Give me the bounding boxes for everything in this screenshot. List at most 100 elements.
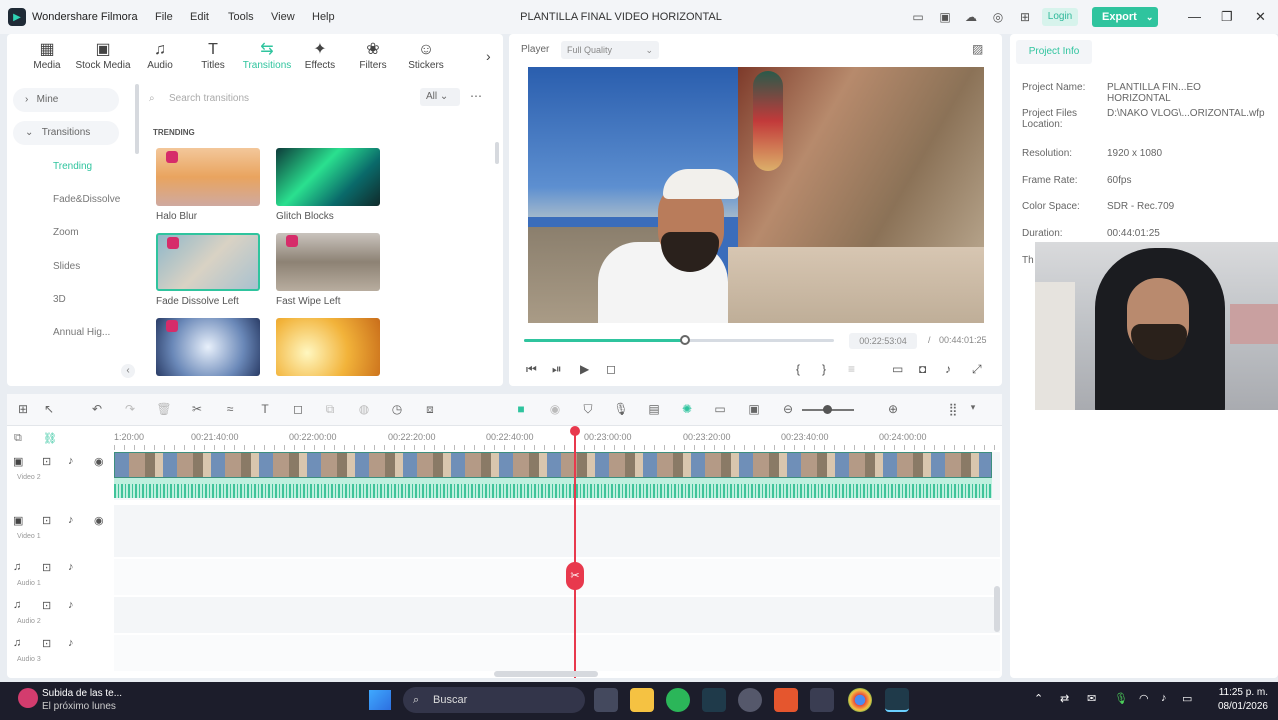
clock-date[interactable]: 08/01/2026 [1200,701,1268,712]
step-back-icon[interactable]: ⏮ [526,362,537,377]
transition-thumb[interactable] [276,318,380,376]
play-icon[interactable]: ▶ [580,362,589,376]
volume-icon[interactable]: ♪ [945,362,951,376]
eye-icon[interactable]: ◉ [94,514,104,527]
text-tool-icon[interactable]: T [257,402,273,416]
scissors-icon[interactable]: ✂ [566,562,584,590]
layout-icon[interactable]: ⊞ [15,402,31,416]
delete-icon[interactable]: 🗑 [156,402,172,416]
tab-transitions[interactable]: ⇆ Transitions [239,40,295,71]
whatsapp-icon[interactable] [666,688,690,712]
chrome-icon[interactable] [848,688,872,712]
restore-icon[interactable]: ❐ [1221,9,1233,25]
tab-stock-media[interactable]: ▣ Stock Media [75,40,131,71]
camera-icon[interactable]: ◘ [919,362,926,376]
current-time[interactable]: 00:22:53:04 [849,333,917,349]
transition-thumb-fast-wipe-left[interactable] [276,233,380,291]
monitor-icon[interactable]: ▭ [910,9,926,25]
notification-title[interactable]: Subida de las te... [42,688,122,699]
mute-icon[interactable]: ♪ [68,637,74,649]
crop-icon[interactable]: ◻ [290,402,306,416]
screen-icon[interactable]: ▭ [712,402,728,416]
mark-out-icon[interactable]: } [822,362,826,376]
clipboard-icon[interactable]: ▤ [646,402,662,416]
sidebar-item-slides[interactable]: Slides [53,261,80,272]
sidebar-item-fade-dissolve[interactable]: Fade&Dissolve [53,194,120,205]
minimize-icon[interactable]: — [1188,9,1201,24]
sidebar-item-zoom[interactable]: Zoom [53,227,79,238]
play-frame-icon[interactable]: ⏯ [552,362,562,377]
eye-icon[interactable]: ◉ [94,455,104,468]
undo-icon[interactable]: ↶ [89,402,105,416]
stop-icon[interactable]: ◻ [606,362,616,376]
wifi-icon[interactable]: ◠ [1139,692,1149,705]
duplicate-icon[interactable]: ⧈ [422,402,438,417]
playback-progress-knob[interactable] [680,335,691,345]
display-icon[interactable]: ▭ [892,362,903,376]
volume-icon[interactable]: ♪ [1161,692,1167,704]
tab-titles[interactable]: T Titles [185,40,241,71]
transition-thumb-glitch-blocks[interactable] [276,148,380,206]
playhead[interactable] [574,432,576,678]
sidebar-group-transitions[interactable]: ⌄ Transitions [13,121,119,145]
collapse-icon[interactable]: ‹ [121,364,135,378]
tab-effects[interactable]: ✦ Effects [292,40,348,71]
login-button[interactable]: Login [1042,8,1078,26]
speed-icon[interactable]: ◷ [389,402,405,416]
save-icon[interactable]: ▣ [937,9,953,25]
windows-start-icon[interactable] [369,690,391,710]
fullscreen-icon[interactable]: ⤢ [972,362,982,377]
link-icon[interactable]: ⛓ [43,432,57,445]
thumbs-scrollbar[interactable] [495,142,499,164]
video-clip[interactable] [114,452,992,478]
chevron-down-icon[interactable]: ▾ [965,402,981,413]
timeline-h-scrollbar[interactable] [494,671,598,677]
headset-icon[interactable]: ◎ [990,9,1006,25]
snapshot-icon[interactable]: ▨ [972,42,983,56]
grid-icon[interactable]: ⊞ [1017,9,1033,25]
chevron-up-icon[interactable]: ⌃ [1034,692,1043,705]
tab-project-info[interactable]: Project Info [1016,40,1092,64]
more-icon[interactable]: ⋯ [470,89,482,103]
clock-time[interactable]: 11:25 p. m. [1200,687,1268,698]
battery-icon[interactable]: ▭ [1182,692,1192,705]
mute-icon[interactable]: ♪ [68,561,74,573]
lock-icon[interactable]: ⊡ [42,514,51,527]
sidebar-scrollbar[interactable] [135,84,139,154]
filter-dropdown[interactable]: All ⌄ [420,88,460,106]
mute-icon[interactable]: ♪ [68,599,74,611]
cut-icon[interactable]: ✂ [189,402,205,416]
tab-filters[interactable]: ❀ Filters [345,40,401,71]
frame-icon[interactable]: ▣ [746,402,762,416]
task-view-icon[interactable] [594,688,618,712]
chevron-right-icon[interactable]: › [486,48,491,64]
app-icon[interactable] [810,688,834,712]
notification-icon[interactable] [18,688,38,708]
mute-icon[interactable]: ♪ [68,514,74,526]
video-preview[interactable] [528,67,984,323]
file-explorer-icon[interactable] [630,688,654,712]
lock-icon[interactable]: ⊡ [42,599,51,612]
search-input[interactable]: ⌕ Search transitions [147,88,425,110]
mic-icon[interactable]: 🎙 [613,402,629,416]
tray-icon[interactable]: ✉ [1087,692,1096,705]
tab-stickers[interactable]: ☺ Stickers [398,40,454,71]
mute-icon[interactable]: ♪ [68,455,74,467]
transition-thumb-fade-dissolve-left[interactable] [156,233,260,291]
quality-dropdown[interactable]: Full Quality ⌄ [561,41,659,59]
tray-icon[interactable]: ⇄ [1060,692,1069,705]
shield-icon[interactable]: ⛉ [580,402,596,417]
grid-view-icon[interactable]: ⣿ [945,402,961,416]
export-button[interactable]: Export ⌄ [1092,7,1158,27]
lock-icon[interactable]: ⊡ [42,637,51,650]
sidebar-group-mine[interactable]: › Mine [13,88,119,112]
timeline-v-scrollbar[interactable] [994,586,1000,632]
add-track-icon[interactable]: ⧉ [14,432,22,445]
audio-waveform[interactable] [114,478,992,498]
select-icon[interactable]: ↖ [41,402,57,416]
playhead-handle[interactable] [570,426,580,436]
transition-thumb-halo-blur[interactable] [156,148,260,206]
filmora-taskbar-icon[interactable] [702,688,726,712]
transition-thumb[interactable] [156,318,260,376]
lock-icon[interactable]: ⊡ [42,455,51,468]
